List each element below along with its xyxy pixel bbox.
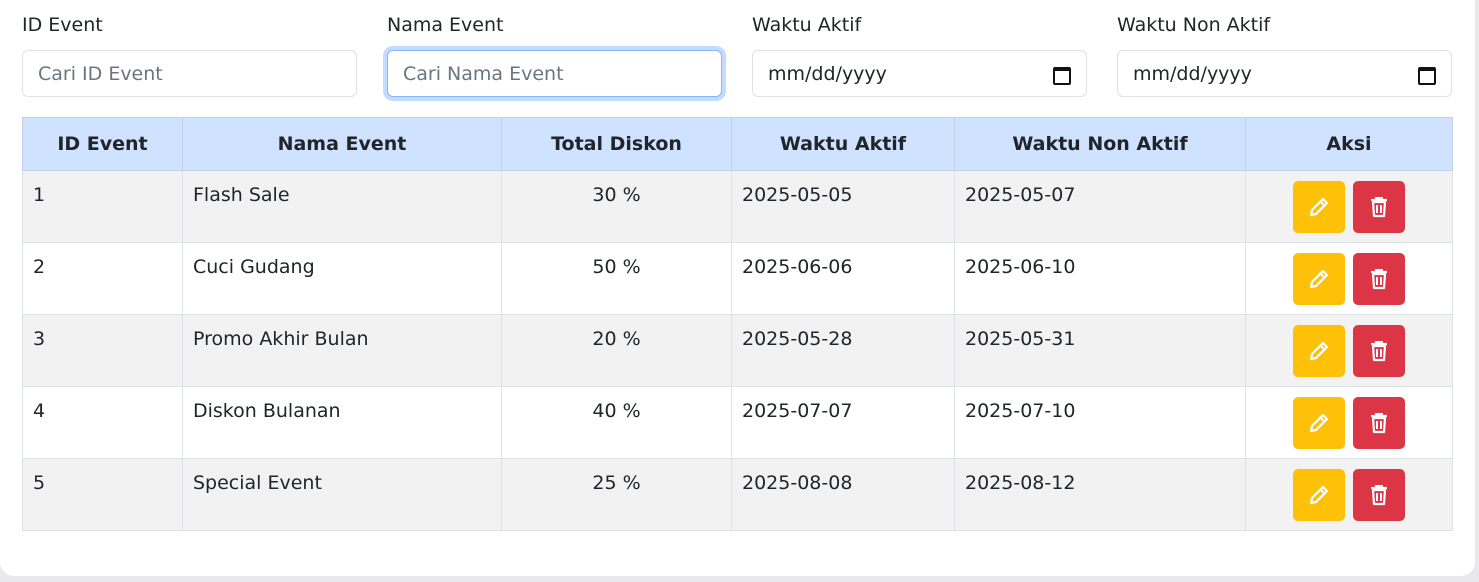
event-table-wrapper: ID Event Nama Event Total Diskon Waktu A… <box>22 117 1453 531</box>
header-waktu-aktif: Waktu Aktif <box>731 117 955 171</box>
cell-diskon: 25 % <box>501 458 732 531</box>
cell-waktu-aktif: 2025-05-28 <box>731 314 955 387</box>
cell-diskon: 20 % <box>501 314 732 387</box>
edit-button[interactable] <box>1292 397 1345 449</box>
delete-button[interactable] <box>1353 181 1406 233</box>
trash-icon <box>1371 485 1388 506</box>
cell-aksi <box>1245 386 1453 459</box>
cell-nama: Cuci Gudang <box>182 242 502 315</box>
pencil-icon <box>1309 485 1329 505</box>
table-row: 4 Diskon Bulanan 40 % 2025-07-07 2025-07… <box>22 386 1453 459</box>
edit-button[interactable] <box>1292 253 1345 305</box>
edit-button[interactable] <box>1292 181 1345 233</box>
table-row: 5 Special Event 25 % 2025-08-08 2025-08-… <box>22 458 1453 531</box>
table-row: 3 Promo Akhir Bulan 20 % 2025-05-28 2025… <box>22 314 1453 387</box>
pencil-icon <box>1309 197 1329 217</box>
trash-icon <box>1371 341 1388 362</box>
cell-waktu-non-aktif: 2025-05-07 <box>954 170 1246 243</box>
event-card: ID Event Nama Event Waktu Aktif mm/dd/yy… <box>0 0 1475 576</box>
cell-diskon: 30 % <box>501 170 732 243</box>
edit-button[interactable] <box>1292 325 1345 377</box>
filter-nama-event-label: Nama Event <box>387 14 504 36</box>
cell-id: 3 <box>22 314 183 387</box>
header-total-diskon: Total Diskon <box>501 117 732 171</box>
cell-waktu-aktif: 2025-06-06 <box>731 242 955 315</box>
header-id-event: ID Event <box>22 117 183 171</box>
cell-nama: Promo Akhir Bulan <box>182 314 502 387</box>
cell-waktu-non-aktif: 2025-06-10 <box>954 242 1246 315</box>
delete-button[interactable] <box>1353 397 1406 449</box>
delete-button[interactable] <box>1353 469 1406 521</box>
cell-waktu-non-aktif: 2025-05-31 <box>954 314 1246 387</box>
waktu-aktif-date-placeholder: mm/dd/yyyy <box>768 62 887 85</box>
trash-icon <box>1371 197 1388 218</box>
delete-button[interactable] <box>1353 253 1406 305</box>
cell-waktu-aktif: 2025-08-08 <box>731 458 955 531</box>
cell-waktu-non-aktif: 2025-08-12 <box>954 458 1246 531</box>
table-header-row: ID Event Nama Event Total Diskon Waktu A… <box>22 117 1453 171</box>
header-nama-event: Nama Event <box>182 117 502 171</box>
cell-id: 2 <box>22 242 183 315</box>
filter-id-event-label: ID Event <box>22 14 103 36</box>
filter-waktu-aktif: Waktu Aktif mm/dd/yyyy <box>752 12 1087 97</box>
event-table: ID Event Nama Event Total Diskon Waktu A… <box>22 117 1453 531</box>
calendar-icon[interactable] <box>1418 65 1436 85</box>
calendar-icon[interactable] <box>1053 65 1071 85</box>
table-row: 2 Cuci Gudang 50 % 2025-06-06 2025-06-10 <box>22 242 1453 315</box>
cell-waktu-aktif: 2025-05-05 <box>731 170 955 243</box>
filter-waktu-non-aktif-label: Waktu Non Aktif <box>1117 14 1271 36</box>
waktu-non-aktif-date-input[interactable]: mm/dd/yyyy <box>1117 50 1452 97</box>
cell-aksi <box>1245 314 1453 387</box>
edit-button[interactable] <box>1292 469 1345 521</box>
cell-diskon: 40 % <box>501 386 732 459</box>
header-waktu-non-aktif: Waktu Non Aktif <box>954 117 1246 171</box>
cell-aksi <box>1245 170 1453 243</box>
cell-id: 4 <box>22 386 183 459</box>
trash-icon <box>1371 269 1388 290</box>
filter-id-event: ID Event <box>22 12 357 97</box>
search-nama-event-input[interactable] <box>387 50 722 97</box>
cell-aksi <box>1245 242 1453 315</box>
cell-id: 5 <box>22 458 183 531</box>
pencil-icon <box>1309 413 1329 433</box>
header-aksi: Aksi <box>1245 117 1453 171</box>
cell-nama: Special Event <box>182 458 502 531</box>
search-id-event-input[interactable] <box>22 50 357 97</box>
pencil-icon <box>1309 269 1329 289</box>
cell-diskon: 50 % <box>501 242 732 315</box>
pencil-icon <box>1309 341 1329 361</box>
waktu-aktif-date-input[interactable]: mm/dd/yyyy <box>752 50 1087 97</box>
cell-id: 1 <box>22 170 183 243</box>
filter-waktu-aktif-label: Waktu Aktif <box>752 14 862 36</box>
waktu-non-aktif-date-placeholder: mm/dd/yyyy <box>1133 62 1252 85</box>
cell-aksi <box>1245 458 1453 531</box>
trash-icon <box>1371 413 1388 434</box>
cell-waktu-aktif: 2025-07-07 <box>731 386 955 459</box>
filter-bar: ID Event Nama Event Waktu Aktif mm/dd/yy… <box>22 12 1452 102</box>
filter-waktu-non-aktif: Waktu Non Aktif mm/dd/yyyy <box>1117 12 1452 97</box>
cell-nama: Flash Sale <box>182 170 502 243</box>
delete-button[interactable] <box>1353 325 1406 377</box>
filter-nama-event: Nama Event <box>387 12 722 97</box>
table-row: 1 Flash Sale 30 % 2025-05-05 2025-05-07 <box>22 170 1453 243</box>
cell-nama: Diskon Bulanan <box>182 386 502 459</box>
cell-waktu-non-aktif: 2025-07-10 <box>954 386 1246 459</box>
